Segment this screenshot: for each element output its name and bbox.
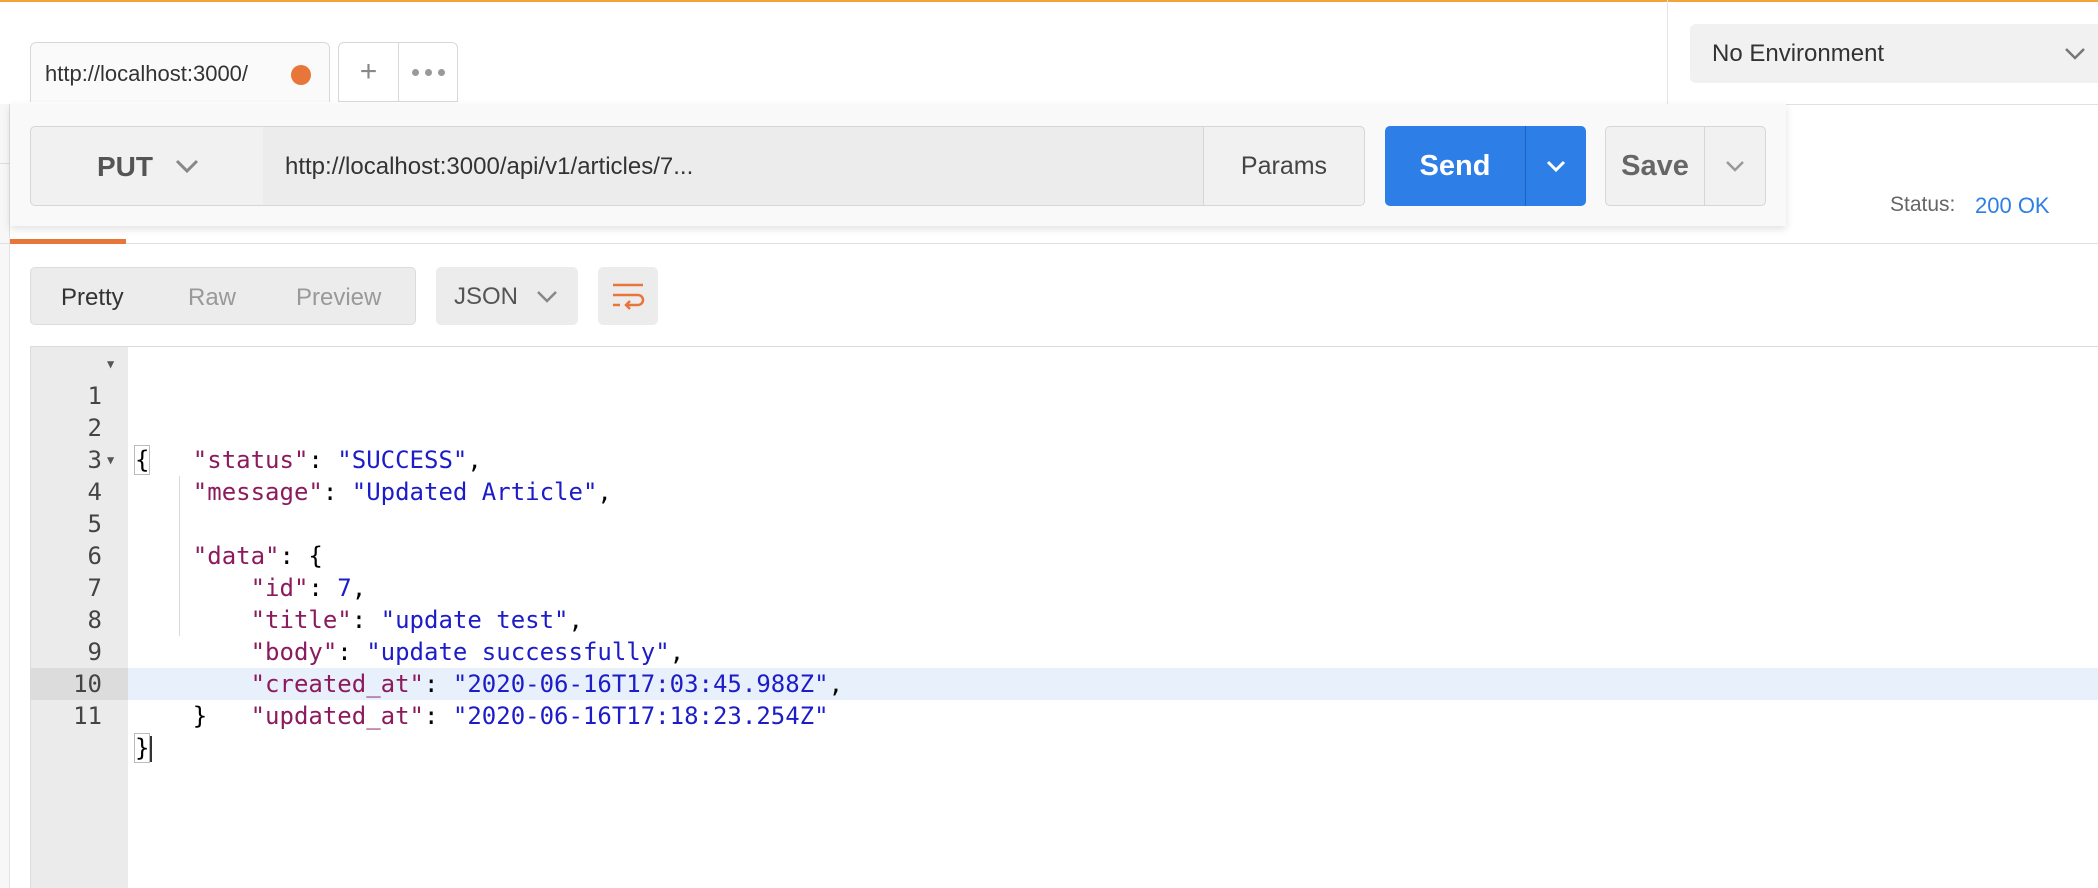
status-label: Status: <box>1890 193 1956 216</box>
request-tab-title: http://localhost:3000/ <box>45 61 249 86</box>
indent-guide <box>179 540 180 572</box>
save-options-button[interactable] <box>1704 126 1766 206</box>
indent-guide <box>179 508 180 540</box>
unsaved-dot-icon <box>291 65 311 85</box>
code-line: 10 } <box>30 636 2098 730</box>
code-line: 11 } <box>30 668 2098 763</box>
more-tabs-button[interactable] <box>399 43 457 101</box>
params-button[interactable]: Params <box>1203 126 1365 206</box>
format-label: JSON <box>454 283 519 310</box>
indent-guide <box>179 572 180 604</box>
environment-selected: No Environment <box>1712 40 1885 67</box>
plus-icon: + <box>359 55 378 88</box>
chevron-down-icon <box>1726 161 1744 172</box>
more-dot-icon <box>437 68 445 76</box>
url-input[interactable]: http://localhost:3000/api/v1/articles/7.… <box>263 126 1215 206</box>
code-line: 7 "body": "update successfully", <box>30 540 2098 666</box>
indent-guide <box>179 604 180 636</box>
json-key: "updated_at" <box>250 702 424 730</box>
top-accent-line <box>0 0 2098 2</box>
chevron-down-icon <box>175 159 199 174</box>
fold-arrow-icon[interactable]: ▼ <box>107 348 114 380</box>
code-line: 5 "id": 7, <box>30 476 2098 602</box>
close-brace: } <box>133 733 151 763</box>
chevron-down-icon <box>537 291 557 303</box>
line-number: 11 <box>73 702 102 730</box>
save-button[interactable]: Save <box>1605 126 1705 206</box>
sidebar-edge <box>0 104 10 888</box>
environment-select[interactable]: No Environment <box>1690 24 2098 83</box>
wrap-lines-icon <box>613 283 645 310</box>
editor-top-border <box>30 346 2098 347</box>
environment-divider <box>1667 0 1668 104</box>
text-cursor <box>150 736 153 762</box>
view-raw[interactable]: Raw <box>188 284 236 312</box>
active-tab-indicator <box>10 239 126 244</box>
view-pretty[interactable]: Pretty <box>61 284 124 312</box>
chevron-down-icon <box>2065 48 2085 60</box>
divider <box>1785 104 2098 105</box>
wrap-lines-button[interactable] <box>598 267 658 325</box>
more-dot-icon <box>424 68 432 76</box>
sidebar-edge-divider <box>0 163 10 164</box>
tab-actions: + <box>338 42 458 102</box>
code-line: 1 ▼ { <box>30 348 2098 475</box>
code-line: 6 "title": "update test", <box>30 508 2098 634</box>
code-line: 3 "message": "Updated Article", <box>30 412 2098 506</box>
format-select[interactable]: JSON <box>436 267 578 325</box>
indent-guide <box>179 476 180 508</box>
response-view-switch: Pretty Raw Preview <box>30 267 416 325</box>
code-line: 8 "created_at": "2020-06-16T17:03:45.988… <box>30 572 2098 698</box>
response-body[interactable]: 1 ▼ { 2 "status": "SUCCESS", 3 "message"… <box>30 348 2098 763</box>
code-line: 9 "updated_at": "2020-06-16T17:18:23.254… <box>30 604 2098 730</box>
method-label: PUT <box>97 151 153 182</box>
new-tab-button[interactable]: + <box>339 43 399 101</box>
chevron-down-icon <box>1546 160 1566 173</box>
view-preview[interactable]: Preview <box>296 284 381 312</box>
request-bar: PUT http://localhost:3000/api/v1/article… <box>10 104 1786 226</box>
response-divider <box>0 243 2098 244</box>
fold-arrow-icon[interactable]: ▼ <box>107 444 114 476</box>
status-value[interactable]: 200 OK <box>1975 193 2050 219</box>
send-button[interactable]: Send <box>1385 126 1525 206</box>
url-text: http://localhost:3000/api/v1/articles/7.… <box>285 153 694 180</box>
request-tab[interactable]: http://localhost:3000/ <box>30 42 330 102</box>
code-line: 4 ▼ "data": { <box>30 444 2098 570</box>
send-options-button[interactable] <box>1525 126 1586 206</box>
json-value: "2020-06-16T17:18:23.254Z" <box>452 702 829 730</box>
more-dot-icon <box>411 68 419 76</box>
close-brace: } <box>192 702 208 730</box>
method-select[interactable]: PUT <box>30 126 264 206</box>
code-line: 2 "status": "SUCCESS", <box>30 380 2098 474</box>
